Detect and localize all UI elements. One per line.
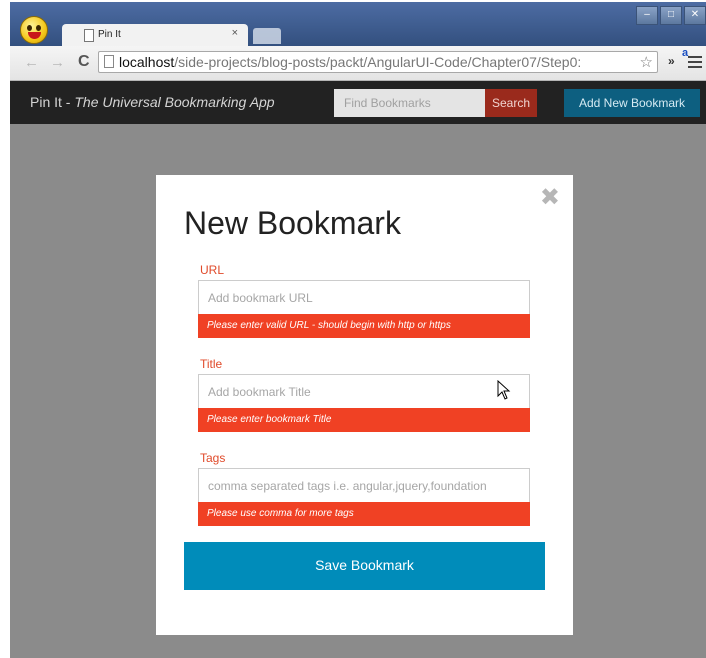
tab-title: Pin It [98, 29, 121, 40]
brand-name: Pin It - [30, 94, 75, 110]
url-label: URL [200, 263, 225, 277]
close-icon[interactable]: ✖ [540, 183, 560, 212]
mouse-cursor-icon [497, 380, 511, 400]
search-input[interactable] [334, 89, 485, 117]
close-window-icon[interactable]: ✕ [684, 6, 706, 25]
title-error-message: Please enter bookmark Title [198, 408, 530, 432]
app-brand[interactable]: Pin It - The Universal Bookmarking App [30, 94, 275, 110]
save-bookmark-button[interactable]: Save Bookmark [184, 542, 545, 590]
bookmark-star-icon[interactable]: ☆ [640, 53, 653, 71]
add-new-bookmark-button[interactable]: Add New Bookmark [564, 89, 700, 117]
page-viewport: Pin It - The Universal Bookmarking App S… [10, 81, 706, 658]
title-field[interactable] [198, 374, 530, 409]
new-bookmark-modal: ✖ New Bookmark URL Please enter valid UR… [156, 175, 573, 635]
tags-field[interactable] [198, 468, 530, 503]
url-error-message: Please enter valid URL - should begin wi… [198, 314, 530, 338]
tags-label: Tags [200, 451, 226, 465]
url-path: /side-projects/blog-posts/packt/AngularU… [174, 54, 582, 70]
browser-menu-icon[interactable] [688, 56, 702, 71]
window-controls: – □ ✕ [636, 6, 706, 25]
title-label: Title [200, 357, 223, 371]
page-icon [104, 55, 114, 68]
minimize-icon[interactable]: – [636, 6, 658, 25]
browser-tab[interactable]: Pin It × [62, 24, 248, 46]
browser-window: Pin It × – □ ✕ ← → C localhost/side-proj… [10, 2, 706, 658]
brand-tagline: The Universal Bookmarking App [74, 94, 275, 110]
extensions-chevron-icon[interactable]: » [668, 54, 675, 68]
tags-error-message: Please use comma for more tags [198, 502, 530, 526]
modal-title: New Bookmark [184, 205, 401, 241]
tab-close-icon[interactable]: × [232, 27, 238, 39]
browser-logo-icon [20, 16, 48, 44]
forward-arrow-icon[interactable]: → [50, 54, 65, 71]
page-favicon-icon [84, 29, 94, 42]
address-url[interactable]: localhost/side-projects/blog-posts/packt… [119, 54, 581, 70]
search-button[interactable]: Search [485, 89, 537, 117]
new-tab-button[interactable] [253, 28, 281, 44]
tab-strip: Pin It × – □ ✕ [10, 2, 706, 46]
maximize-icon[interactable]: □ [660, 6, 682, 25]
address-bar[interactable]: localhost/side-projects/blog-posts/packt… [98, 51, 658, 73]
app-navbar: Pin It - The Universal Bookmarking App S… [10, 81, 706, 124]
url-field[interactable] [198, 280, 530, 315]
reload-icon[interactable]: C [78, 53, 90, 71]
back-arrow-icon[interactable]: ← [24, 54, 39, 71]
url-host: localhost [119, 54, 175, 70]
browser-toolbar: ← → C localhost/side-projects/blog-posts… [10, 46, 706, 81]
